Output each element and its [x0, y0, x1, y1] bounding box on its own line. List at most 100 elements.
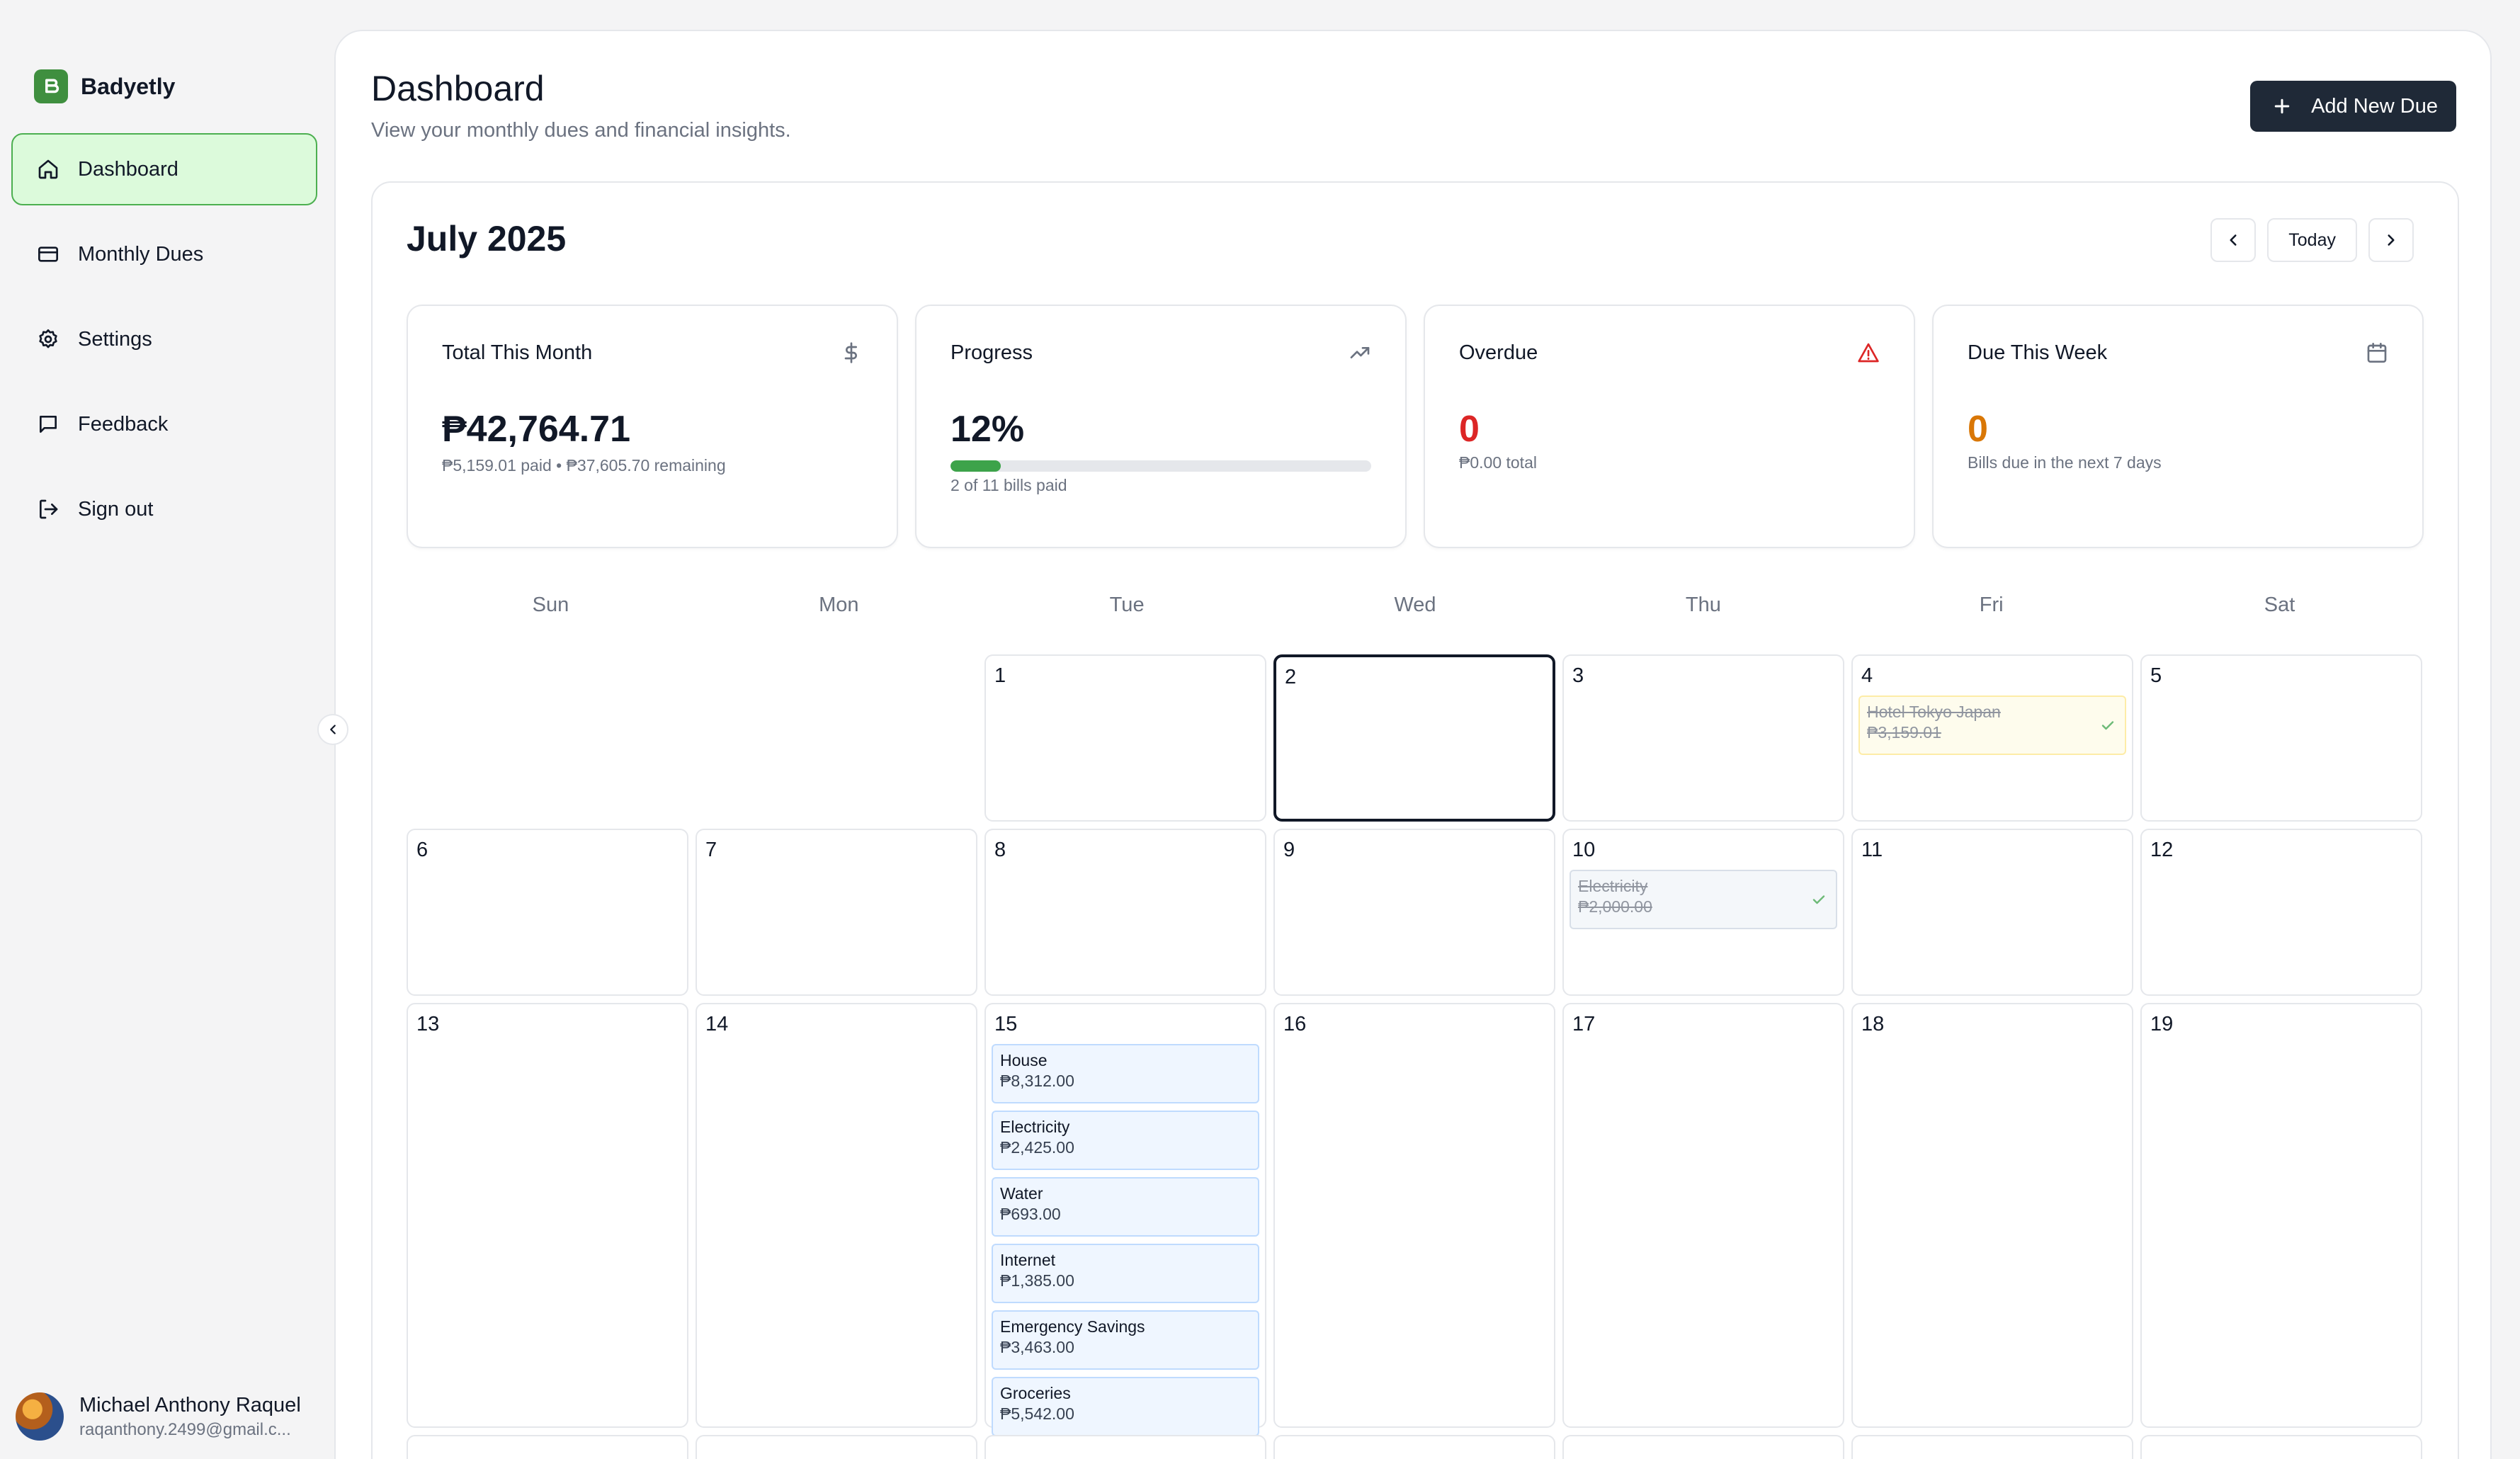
user-profile[interactable]: Michael Anthony Raquel raqanthony.2499@g… — [16, 1392, 313, 1441]
weekday-header: Sun Mon Tue Wed Thu Fri Sat — [407, 594, 2424, 617]
prev-month-button[interactable] — [2210, 218, 2257, 262]
weekday-label: Mon — [819, 594, 859, 616]
due-item[interactable]: Electricity ₱2,000.00 — [1570, 870, 1837, 929]
calendar-day[interactable]: 13 — [407, 1003, 688, 1428]
calendar-day[interactable]: 8 — [984, 829, 1266, 996]
page-title: Dashboard — [371, 69, 545, 108]
calendar-day[interactable]: 17 — [1562, 1003, 1844, 1428]
due-name: Groceries — [1000, 1384, 1071, 1402]
day-number: 2 — [1285, 666, 1297, 688]
sidebar: Badyetly Dashboard Monthly Dues Settings… — [0, 0, 331, 1459]
user-email: raqanthony.2499@gmail.c... — [79, 1419, 291, 1439]
sidebar-nav: Dashboard Monthly Dues Settings Feedback… — [11, 133, 317, 558]
calendar-day[interactable] — [1851, 1435, 2133, 1459]
day-number: 17 — [1572, 1013, 1596, 1035]
calendar-day[interactable]: 14 — [696, 1003, 977, 1428]
calendar-grid: 1 2 3 4 Hotel Tokyo Japan ₱3,159.01 5 6 7 8 9 10 Ele… — [407, 654, 2424, 1459]
due-amount: ₱2,425.00 — [1000, 1138, 1074, 1157]
calendar-day[interactable] — [984, 1435, 1266, 1459]
calendar-day[interactable]: 9 — [1273, 829, 1555, 996]
calendar-day[interactable] — [696, 1435, 977, 1459]
weekday-label: Fri — [1979, 594, 2004, 616]
stat-value: 12% — [950, 409, 1025, 450]
calendar-day[interactable]: 16 — [1273, 1003, 1555, 1428]
day-events: House ₱8,312.00 Electricity ₱2,425.00 Water ₱… — [992, 1044, 1259, 1436]
month-title: July 2025 — [407, 219, 567, 259]
stat-sub: ₱0.00 total — [1459, 453, 1537, 472]
calendar-day[interactable]: 15 House ₱8,312.00 Electricity ₱2,425.00 Wate… — [984, 1003, 1266, 1436]
day-events: Hotel Tokyo Japan ₱3,159.01 — [1858, 696, 2126, 755]
today-button[interactable]: Today — [2267, 218, 2357, 262]
day-number: 12 — [2150, 839, 2174, 861]
due-item[interactable]: Hotel Tokyo Japan ₱3,159.01 — [1858, 696, 2126, 755]
calendar-day[interactable]: 19 — [2140, 1003, 2422, 1428]
calendar-day[interactable]: 10 Electricity ₱2,000.00 — [1562, 829, 1844, 996]
due-item[interactable]: Groceries ₱5,542.00 — [992, 1377, 1259, 1436]
calendar-empty-cell — [696, 654, 977, 822]
weekday-label: Thu — [1685, 594, 1721, 616]
collapse-sidebar-button[interactable] — [317, 714, 348, 745]
brand[interactable]: Badyetly — [34, 69, 175, 103]
due-item[interactable]: Water ₱693.00 — [992, 1177, 1259, 1237]
due-amount: ₱5,542.00 — [1000, 1404, 1074, 1423]
sidebar-item-settings[interactable]: Settings — [11, 303, 317, 375]
calendar-card: July 2025 Today Total This Month ₱42,764… — [371, 181, 2459, 1459]
add-new-due-button[interactable]: Add New Due — [2250, 81, 2456, 132]
day-number: 9 — [1283, 839, 1295, 861]
stat-value: ₱42,764.71 — [442, 409, 631, 450]
calendar-day[interactable]: 1 — [984, 654, 1266, 822]
due-name: Emergency Savings — [1000, 1317, 1145, 1336]
due-name: Water — [1000, 1184, 1043, 1203]
due-name: Electricity — [1000, 1118, 1070, 1136]
next-month-button[interactable] — [2368, 218, 2414, 262]
alert-triangle-icon — [1858, 343, 1879, 363]
dollar-icon — [844, 342, 857, 363]
user-name: Michael Anthony Raquel — [79, 1393, 301, 1417]
calendar-day[interactable] — [1562, 1435, 1844, 1459]
calendar-day[interactable] — [2140, 1435, 2422, 1459]
due-amount: ₱8,312.00 — [1000, 1072, 1074, 1090]
sidebar-item-dashboard[interactable]: Dashboard — [11, 133, 317, 205]
main-panel: Dashboard View your monthly dues and fin… — [334, 30, 2492, 1459]
weekday-label: Wed — [1394, 594, 1436, 616]
day-number: 4 — [1861, 664, 1873, 687]
log-out-icon — [40, 499, 58, 519]
sidebar-item-label: Monthly Dues — [78, 242, 204, 266]
calendar-icon — [2367, 343, 2387, 363]
page-subtitle: View your monthly dues and financial ins… — [371, 119, 791, 142]
sidebar-item-label: Feedback — [78, 412, 169, 436]
due-amount: ₱3,159.01 — [1867, 723, 1941, 742]
due-name: Electricity — [1578, 877, 1648, 895]
calendar-day[interactable]: 5 — [2140, 654, 2422, 822]
day-number: 11 — [1861, 839, 1883, 861]
due-item[interactable]: House ₱8,312.00 — [992, 1044, 1259, 1103]
day-number: 15 — [994, 1013, 1018, 1035]
sidebar-item-monthly-dues[interactable]: Monthly Dues — [11, 218, 317, 290]
sidebar-item-sign-out[interactable]: Sign out — [11, 473, 317, 545]
sidebar-item-label: Settings — [78, 327, 152, 351]
stat-label: Overdue — [1459, 341, 1538, 364]
stat-label: Progress — [950, 341, 1033, 364]
calendar-day[interactable]: 4 Hotel Tokyo Japan ₱3,159.01 — [1851, 654, 2133, 822]
calendar-day[interactable] — [407, 1435, 688, 1459]
progress-fill — [950, 460, 1001, 472]
chevron-left-icon — [2230, 234, 2237, 246]
day-number: 14 — [705, 1013, 729, 1035]
calendar-nav: Today — [2210, 218, 2414, 262]
due-item[interactable]: Internet ₱1,385.00 — [992, 1244, 1259, 1303]
sidebar-item-label: Sign out — [78, 497, 154, 521]
calendar-day[interactable]: 3 — [1562, 654, 1844, 822]
check-icon — [1812, 895, 1825, 904]
due-amount: ₱1,385.00 — [1000, 1271, 1074, 1290]
calendar-day[interactable]: 18 — [1851, 1003, 2133, 1428]
due-item[interactable]: Emergency Savings ₱3,463.00 — [992, 1310, 1259, 1370]
calendar-day[interactable]: 6 — [407, 829, 688, 996]
calendar-day[interactable]: 11 — [1851, 829, 2133, 996]
calendar-day[interactable]: 2 — [1273, 654, 1555, 822]
calendar-day[interactable]: 12 — [2140, 829, 2422, 996]
sidebar-item-feedback[interactable]: Feedback — [11, 388, 317, 460]
day-number: 10 — [1572, 839, 1596, 861]
calendar-day[interactable]: 7 — [696, 829, 977, 996]
due-item[interactable]: Electricity ₱2,425.00 — [992, 1111, 1259, 1170]
calendar-day[interactable] — [1273, 1435, 1555, 1459]
